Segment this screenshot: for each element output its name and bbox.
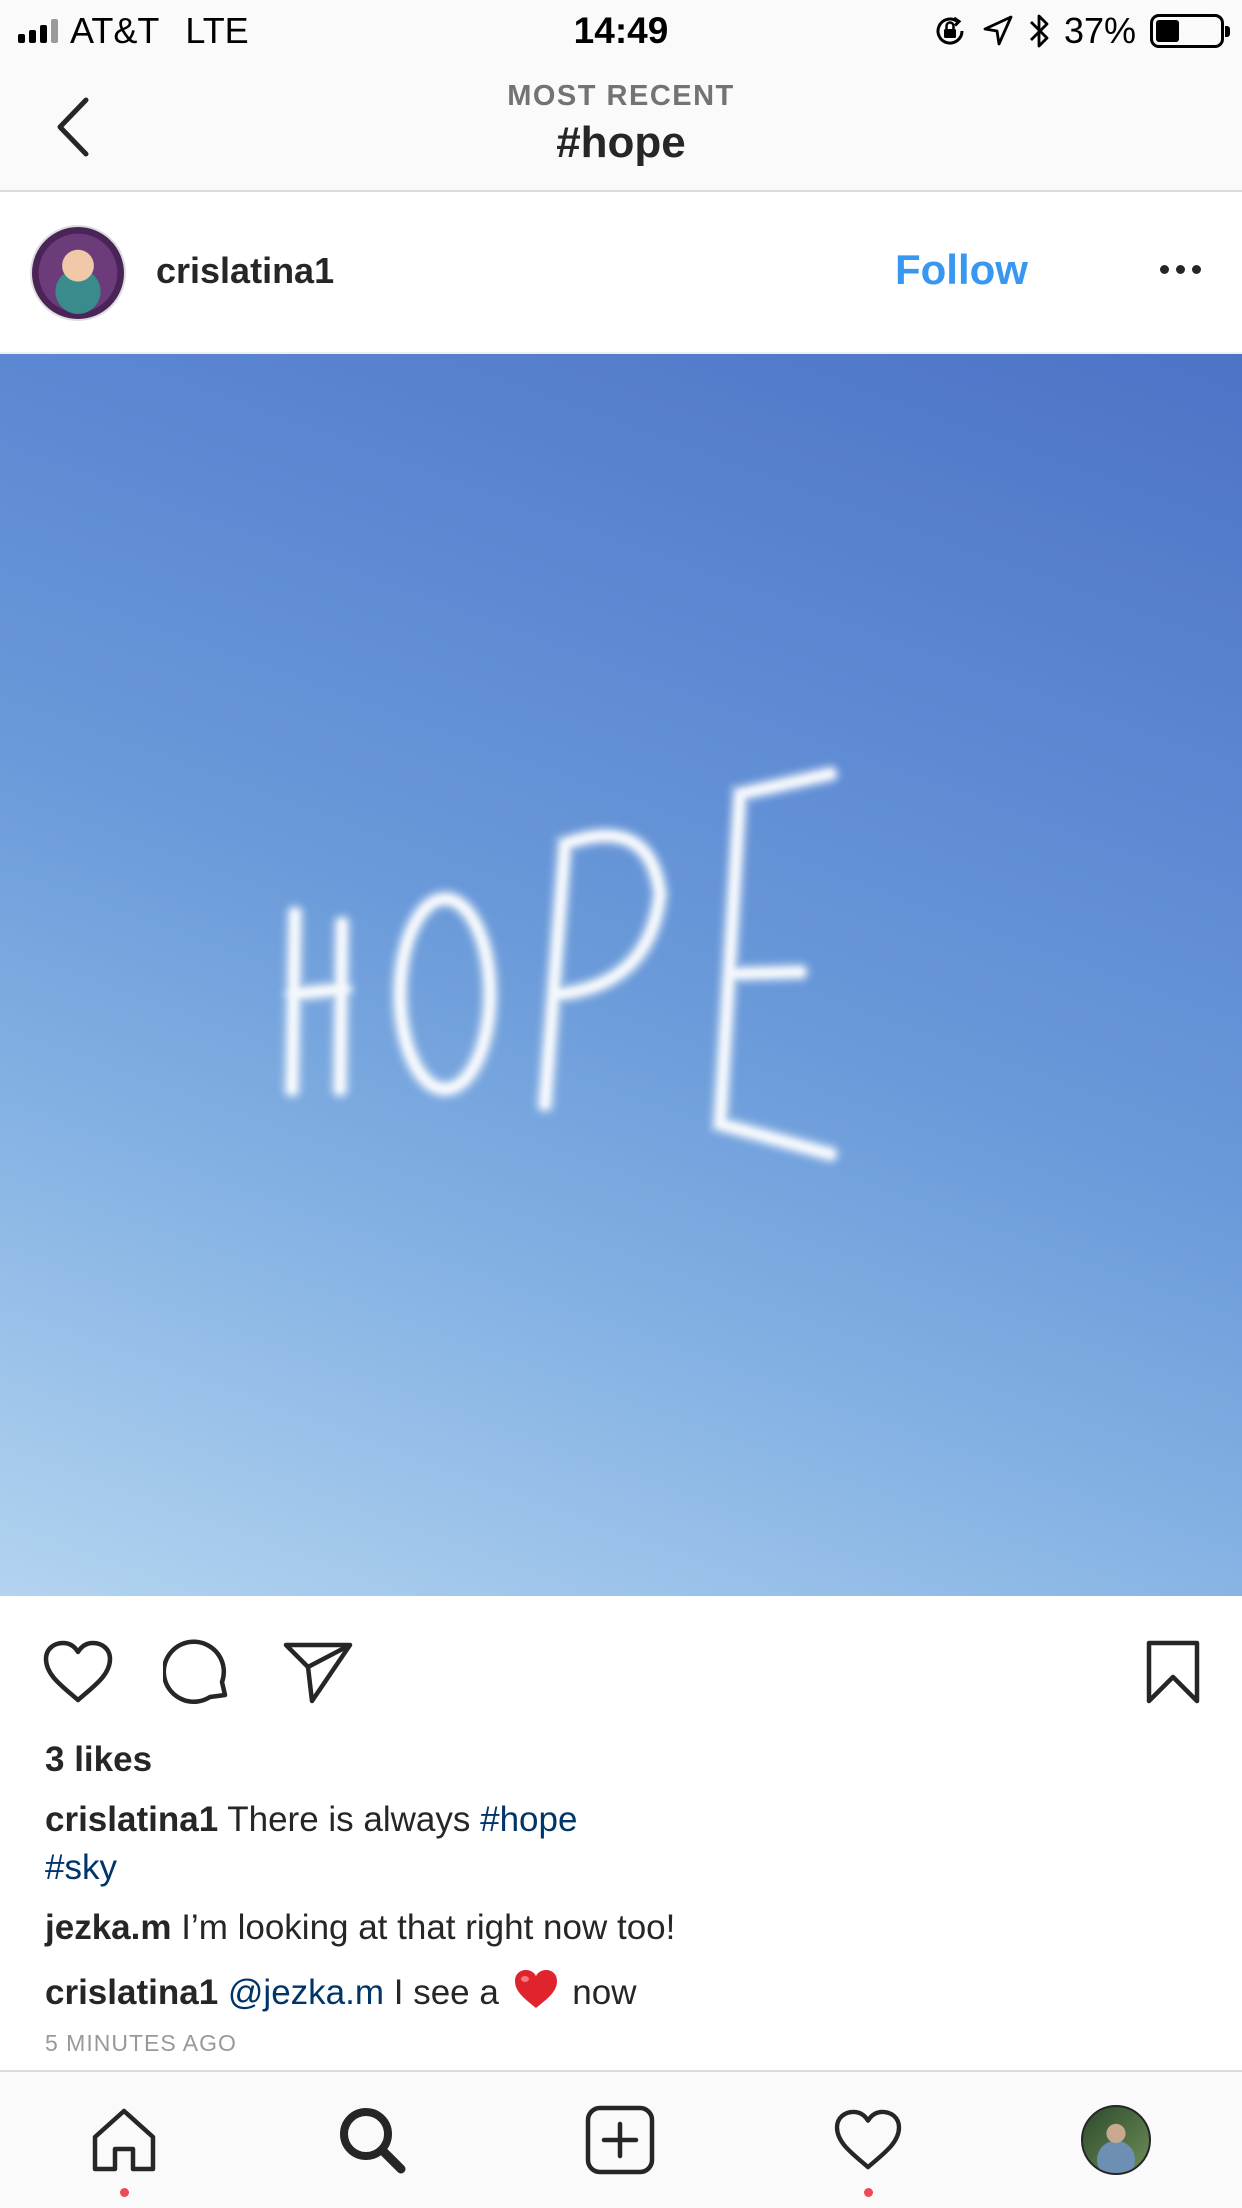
comment-username[interactable]: jezka.m: [45, 1908, 171, 1947]
hashtag-link[interactable]: #sky: [45, 1848, 117, 1887]
comment-text: I see a: [384, 1973, 509, 2012]
location-arrow-icon: [983, 15, 1013, 46]
home-notification-dot: [120, 2188, 129, 2197]
activity-heart-icon[interactable]: [828, 2100, 908, 2180]
home-icon[interactable]: [84, 2100, 164, 2180]
heart-icon[interactable]: [38, 1632, 118, 1712]
likes-count[interactable]: 3 likes: [45, 1740, 152, 1780]
ellipsis-icon[interactable]: [1150, 254, 1210, 284]
battery-fill: [1156, 20, 1179, 42]
battery-icon: [1150, 14, 1230, 48]
comment-text: There is always: [227, 1800, 481, 1839]
post-action-bar: [0, 1596, 1242, 1746]
profile-avatar: [1081, 2105, 1151, 2175]
post-username[interactable]: crislatina1: [156, 250, 334, 292]
follow-button[interactable]: Follow: [895, 246, 1028, 294]
nav-header: MOST RECENT #hope: [0, 62, 1242, 192]
hashtag-link[interactable]: #hope: [480, 1800, 577, 1839]
comment-text: I’m looking at that right now too!: [181, 1908, 676, 1947]
bluetooth-icon: [1029, 14, 1049, 48]
skywriting-hope-image: [281, 763, 841, 1165]
comment-text: now: [562, 1973, 637, 2012]
bookmark-icon[interactable]: [1133, 1632, 1213, 1712]
battery-percent: 37%: [1063, 10, 1136, 51]
comment-username[interactable]: crislatina1: [45, 1973, 218, 2012]
user-avatar[interactable]: [30, 225, 126, 321]
bottom-tab-bar: [0, 2070, 1242, 2208]
caption-continued: #sky: [45, 1848, 117, 1888]
status-bar: AT&T LTE 14:49 37%: [0, 0, 1242, 62]
comment-icon[interactable]: [158, 1632, 238, 1712]
post-timestamp: 5 MINUTES AGO: [45, 2030, 237, 2056]
activity-notification-dot: [864, 2188, 873, 2197]
status-bar-right: 37%: [932, 10, 1230, 52]
share-icon[interactable]: [278, 1632, 358, 1712]
nav-subtitle: MOST RECENT: [507, 80, 735, 112]
search-icon[interactable]: [332, 2100, 412, 2180]
comment-row: jezka.m I’m looking at that right now to…: [45, 1908, 675, 1948]
post-photo[interactable]: [0, 354, 1242, 1596]
add-post-icon[interactable]: [580, 2100, 660, 2180]
orientation-lock-icon: [936, 16, 964, 45]
post-header: crislatina1 Follow: [0, 192, 1242, 354]
comment-row: crislatina1 @jezka.m I see a now: [45, 1968, 636, 2019]
profile-tab[interactable]: [1076, 2100, 1156, 2180]
red-heart-emoji-icon: [513, 1968, 559, 2019]
caption: crislatina1 There is always #hope: [45, 1800, 577, 1840]
page-title: #hope: [556, 118, 686, 167]
comment-username[interactable]: crislatina1: [45, 1800, 218, 1839]
mention-link[interactable]: @jezka.m: [228, 1973, 384, 2012]
